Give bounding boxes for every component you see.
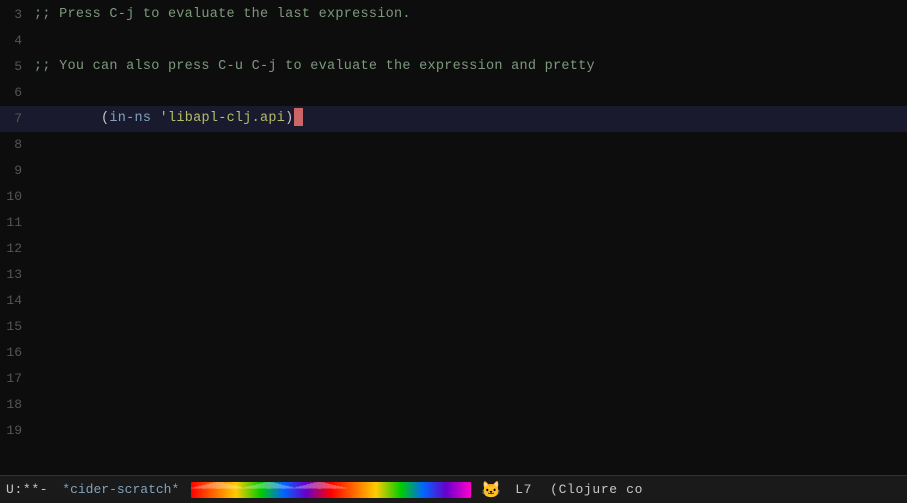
line-number-13: 13 xyxy=(0,262,30,288)
line-5: 5 ;; You can also press C-u C-j to evalu… xyxy=(0,54,907,80)
line-number-6: 6 xyxy=(0,80,30,106)
line-content-5: ;; You can also press C-u C-j to evaluat… xyxy=(30,54,595,80)
line-number-8: 8 xyxy=(0,132,30,158)
line-14: 14 xyxy=(0,288,907,314)
line-number-17: 17 xyxy=(0,366,30,392)
cursor xyxy=(294,108,303,126)
nyan-cat-icon: 🐱 xyxy=(481,480,501,500)
line-11: 11 xyxy=(0,210,907,236)
editor-area[interactable]: 3 ;; Press C-j to evaluate the last expr… xyxy=(0,0,907,475)
line-17: 17 xyxy=(0,366,907,392)
line-3: 3 ;; Press C-j to evaluate the last expr… xyxy=(0,2,907,28)
line-number-18: 18 xyxy=(0,392,30,418)
line-18: 18 xyxy=(0,392,907,418)
nyan-rainbow xyxy=(191,480,471,500)
line-7: 7 (in-ns 'libapl-clj.api) xyxy=(0,106,907,132)
line-content-7: (in-ns 'libapl-clj.api) xyxy=(30,80,303,158)
line-number-11: 11 xyxy=(0,210,30,236)
rainbow-bar xyxy=(191,482,471,498)
line-number-10: 10 xyxy=(0,184,30,210)
line-10: 10 xyxy=(0,184,907,210)
line-12: 12 xyxy=(0,236,907,262)
line-15: 15 xyxy=(0,314,907,340)
line-number-5: 5 xyxy=(0,54,30,80)
line-13: 13 xyxy=(0,262,907,288)
line-number-7: 7 xyxy=(0,106,30,132)
line-number-19: 19 xyxy=(0,418,30,444)
line-number-15: 15 xyxy=(0,314,30,340)
line-9: 9 xyxy=(0,158,907,184)
line-number-4: 4 xyxy=(0,28,30,54)
line-16: 16 xyxy=(0,340,907,366)
code-lines: 3 ;; Press C-j to evaluate the last expr… xyxy=(0,0,907,475)
status-line-col: L7 xyxy=(515,482,532,497)
line-4: 4 xyxy=(0,28,907,54)
line-19: 19 xyxy=(0,418,907,444)
status-bar: U:**- *cider-scratch* 🐱 L7 (Clojure co xyxy=(0,475,907,503)
line-number-12: 12 xyxy=(0,236,30,262)
status-major-mode: (Clojure co xyxy=(550,482,643,497)
line-content-3: ;; Press C-j to evaluate the last expres… xyxy=(30,2,411,28)
line-number-9: 9 xyxy=(0,158,30,184)
line-number-3: 3 xyxy=(0,2,30,28)
status-buffer: *cider-scratch* xyxy=(62,482,179,497)
line-number-16: 16 xyxy=(0,340,30,366)
status-mode: U:**- xyxy=(6,482,48,497)
line-number-14: 14 xyxy=(0,288,30,314)
